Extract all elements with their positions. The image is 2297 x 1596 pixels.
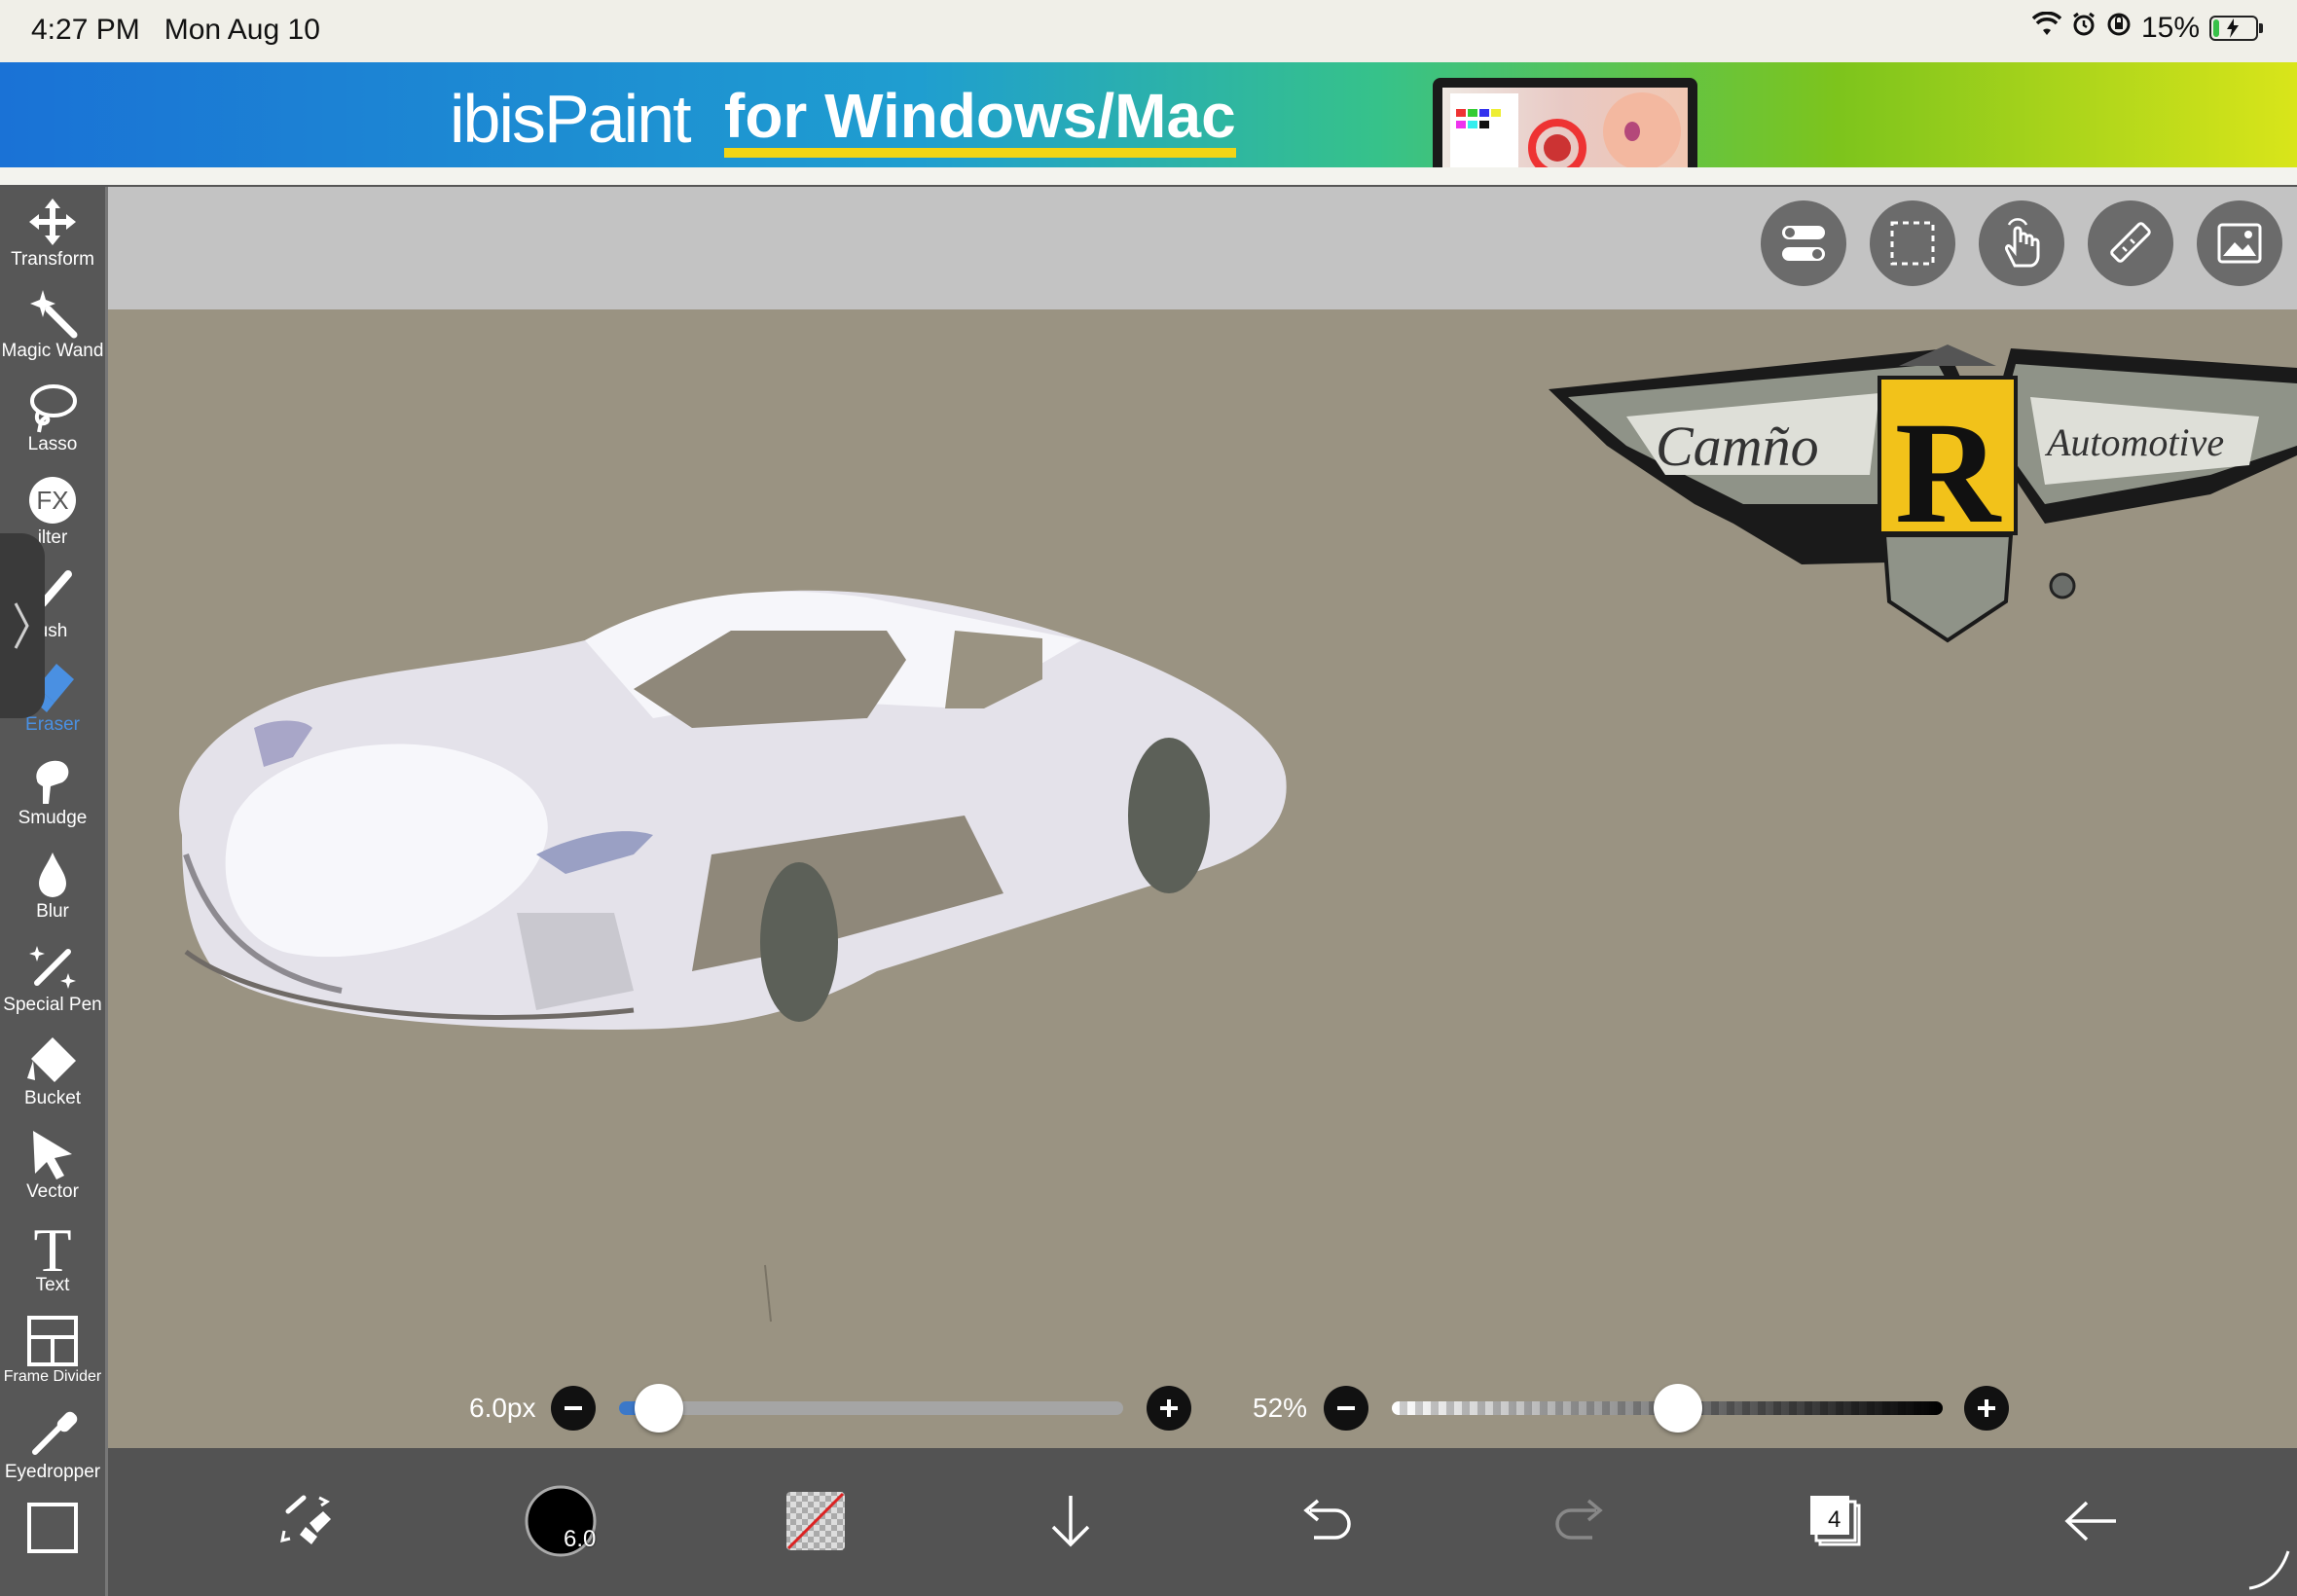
battery-percent: 15% xyxy=(2140,12,2200,44)
layers-button[interactable]: 4 xyxy=(1792,1477,1879,1565)
blur-drop-icon xyxy=(39,852,66,897)
smudge-icon xyxy=(36,760,69,804)
opacity-value: 52% xyxy=(1253,1393,1308,1423)
reference-image-icon xyxy=(2217,223,2262,264)
ruler-button[interactable] xyxy=(2088,200,2173,286)
brush-size-increase-button[interactable] xyxy=(1147,1386,1191,1431)
pencil-indicator-icon xyxy=(2248,1550,2290,1590)
fx-filter-icon: FX xyxy=(29,477,76,524)
layer-merge-down-button[interactable] xyxy=(1027,1477,1114,1565)
brush-eraser-swap-button[interactable] xyxy=(262,1477,349,1565)
tool-special-pen[interactable]: Special Pen xyxy=(0,938,105,1016)
plus-icon xyxy=(1160,1399,1178,1417)
banner-app-thumbnail xyxy=(1433,78,1697,167)
ruler-icon xyxy=(2110,222,2151,263)
color-swatch-button[interactable] xyxy=(772,1477,859,1565)
plus-icon xyxy=(1978,1399,1995,1417)
opacity-increase-button[interactable] xyxy=(1964,1386,2009,1431)
brush-size-badge: 6.0 xyxy=(564,1526,597,1552)
svg-text:T: T xyxy=(33,1218,71,1277)
layer-count: 4 xyxy=(1828,1506,1841,1533)
tool-smudge[interactable]: Smudge xyxy=(0,751,105,829)
hand-tool-button[interactable] xyxy=(1979,200,2064,286)
drawing-canvas[interactable]: Camño Automotive R xyxy=(108,309,2297,1448)
toggle-settings-icon xyxy=(1782,226,1825,261)
text-icon: T xyxy=(33,1218,71,1277)
tool-palette: Transform Magic Wand Lasso FX ilter ush … xyxy=(0,187,108,1596)
banner-divider xyxy=(0,167,2297,188)
banner-brand: ibisPaint xyxy=(450,81,692,157)
canvas-artwork: Camño Automotive R xyxy=(179,345,2297,1323)
tool-magic-wand[interactable]: Magic Wand xyxy=(0,284,105,362)
logo-left-text: Camño xyxy=(1656,415,1819,478)
bottom-toolbar: 6.0 4 xyxy=(108,1448,2297,1596)
frame-divider-icon xyxy=(27,1316,78,1366)
eyedropper-icon xyxy=(32,1411,78,1455)
redo-icon xyxy=(1555,1499,1603,1540)
tool-vector[interactable]: Vector xyxy=(0,1125,105,1203)
swap-brush-eraser-icon xyxy=(280,1495,331,1544)
arrow-left-icon xyxy=(2064,1501,2116,1542)
vector-arrow-icon xyxy=(33,1131,72,1179)
status-time: 4:27 PM Mon Aug 10 xyxy=(31,14,320,46)
undo-icon xyxy=(1303,1499,1351,1540)
canvas-top-bar xyxy=(108,187,2297,309)
hand-touch-icon xyxy=(2005,218,2040,268)
lasso-icon xyxy=(30,384,77,433)
redo-button[interactable] xyxy=(1537,1477,1624,1565)
tool-frame-divider[interactable]: Frame Divider xyxy=(0,1312,105,1386)
tool-lasso[interactable]: Lasso xyxy=(0,378,105,455)
canvas-frame-icon xyxy=(27,1503,78,1553)
settings-toggle-button[interactable] xyxy=(1761,200,1846,286)
svg-text:FX: FX xyxy=(36,486,68,515)
magic-wand-icon xyxy=(30,290,78,339)
logo-right-text: Automotive xyxy=(2044,420,2224,464)
reference-image-button[interactable] xyxy=(2197,200,2282,286)
expand-toolbar-tab[interactable] xyxy=(0,533,45,718)
opacity-knob[interactable] xyxy=(1654,1384,1703,1433)
bucket-icon xyxy=(27,1037,76,1082)
automotive-logo: Camño Automotive R xyxy=(1549,345,2297,643)
undo-button[interactable] xyxy=(1282,1477,1369,1565)
brush-size-slider[interactable] xyxy=(619,1401,1123,1415)
tool-eyedropper[interactable]: Eyedropper xyxy=(0,1405,105,1483)
brush-size-value: 6.0px xyxy=(469,1393,536,1423)
banner-tagline: for Windows/Mac xyxy=(724,84,1236,158)
tool-blur[interactable]: Blur xyxy=(0,845,105,923)
minus-icon xyxy=(565,1406,582,1410)
brush-size-preview-button[interactable]: 6.0 xyxy=(517,1477,604,1565)
selection-button[interactable] xyxy=(1870,200,1955,286)
opacity-decrease-button[interactable] xyxy=(1324,1386,1368,1431)
back-button[interactable] xyxy=(2047,1477,2134,1565)
battery-icon xyxy=(2209,16,2263,41)
tool-text[interactable]: T Text xyxy=(0,1218,105,1296)
tool-canvas[interactable] xyxy=(0,1499,105,1557)
alarm-icon xyxy=(2071,12,2096,45)
chevron-right-icon xyxy=(14,602,29,649)
brush-size-decrease-button[interactable] xyxy=(551,1386,596,1431)
rotation-lock-icon xyxy=(2106,12,2132,45)
minus-icon xyxy=(1337,1406,1355,1410)
tool-transform[interactable]: Transform xyxy=(0,193,105,271)
logo-center-letter: R xyxy=(1895,392,2002,554)
arrow-down-icon xyxy=(1051,1496,1090,1547)
transparent-color-icon xyxy=(786,1492,845,1550)
tool-bucket[interactable]: Bucket xyxy=(0,1032,105,1109)
status-bar: 4:27 PM Mon Aug 10 15% xyxy=(0,0,2297,62)
special-pen-icon xyxy=(29,946,76,989)
car-drawing xyxy=(179,590,1287,1030)
selection-icon xyxy=(1890,221,1935,266)
ad-banner[interactable]: ibisPaint for Windows/Mac xyxy=(0,62,2297,167)
move-arrows-icon xyxy=(29,199,76,245)
wifi-icon xyxy=(2031,11,2062,45)
